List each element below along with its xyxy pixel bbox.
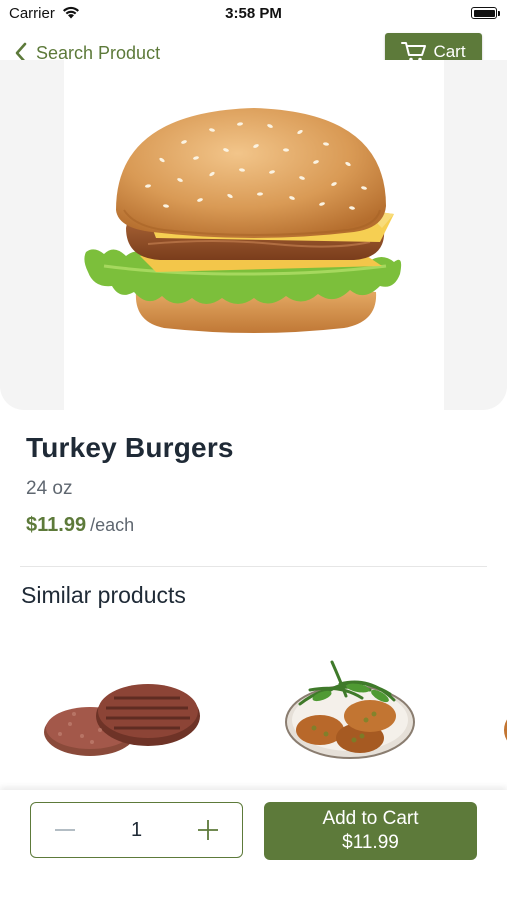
price-row: $11.99/each	[26, 514, 134, 537]
hero-backdrop-right	[444, 60, 507, 410]
battery-tip	[498, 11, 500, 16]
similar-products-heading: Similar products	[21, 582, 186, 608]
hero-backdrop-left	[0, 60, 64, 410]
quantity-value: 1	[130, 818, 143, 841]
add-to-cart-button[interactable]: Add to Cart $11.99	[264, 802, 477, 860]
add-to-cart-price: $11.99	[342, 832, 399, 853]
divider	[20, 566, 487, 567]
increment-button[interactable]	[196, 818, 220, 842]
similar-product-card-partial[interactable]	[500, 640, 507, 780]
product-price: $11.99	[26, 514, 87, 536]
partial-product-image	[504, 719, 507, 741]
burger-illustration	[84, 108, 402, 333]
product-name: Turkey Burgers	[26, 432, 234, 463]
plus-icon	[198, 820, 218, 840]
patties-image	[44, 684, 200, 756]
quantity-stepper: 1	[30, 802, 243, 858]
battery-icon	[471, 7, 497, 19]
veggie-patties-image	[285, 660, 415, 759]
cart-label: Cart	[433, 42, 466, 61]
add-to-cart-label: Add to Cart	[322, 808, 419, 829]
product-size: 24 oz	[26, 478, 73, 499]
similar-product-card[interactable]	[30, 640, 230, 780]
decrement-button[interactable]	[53, 818, 77, 842]
product-image	[64, 60, 444, 410]
clock: 3:58 PM	[225, 5, 282, 22]
price-unit: /each	[90, 515, 135, 535]
minus-icon	[55, 829, 75, 831]
similar-product-card[interactable]	[270, 640, 470, 780]
status-bar: Carrier 3:58 PM	[0, 0, 507, 28]
